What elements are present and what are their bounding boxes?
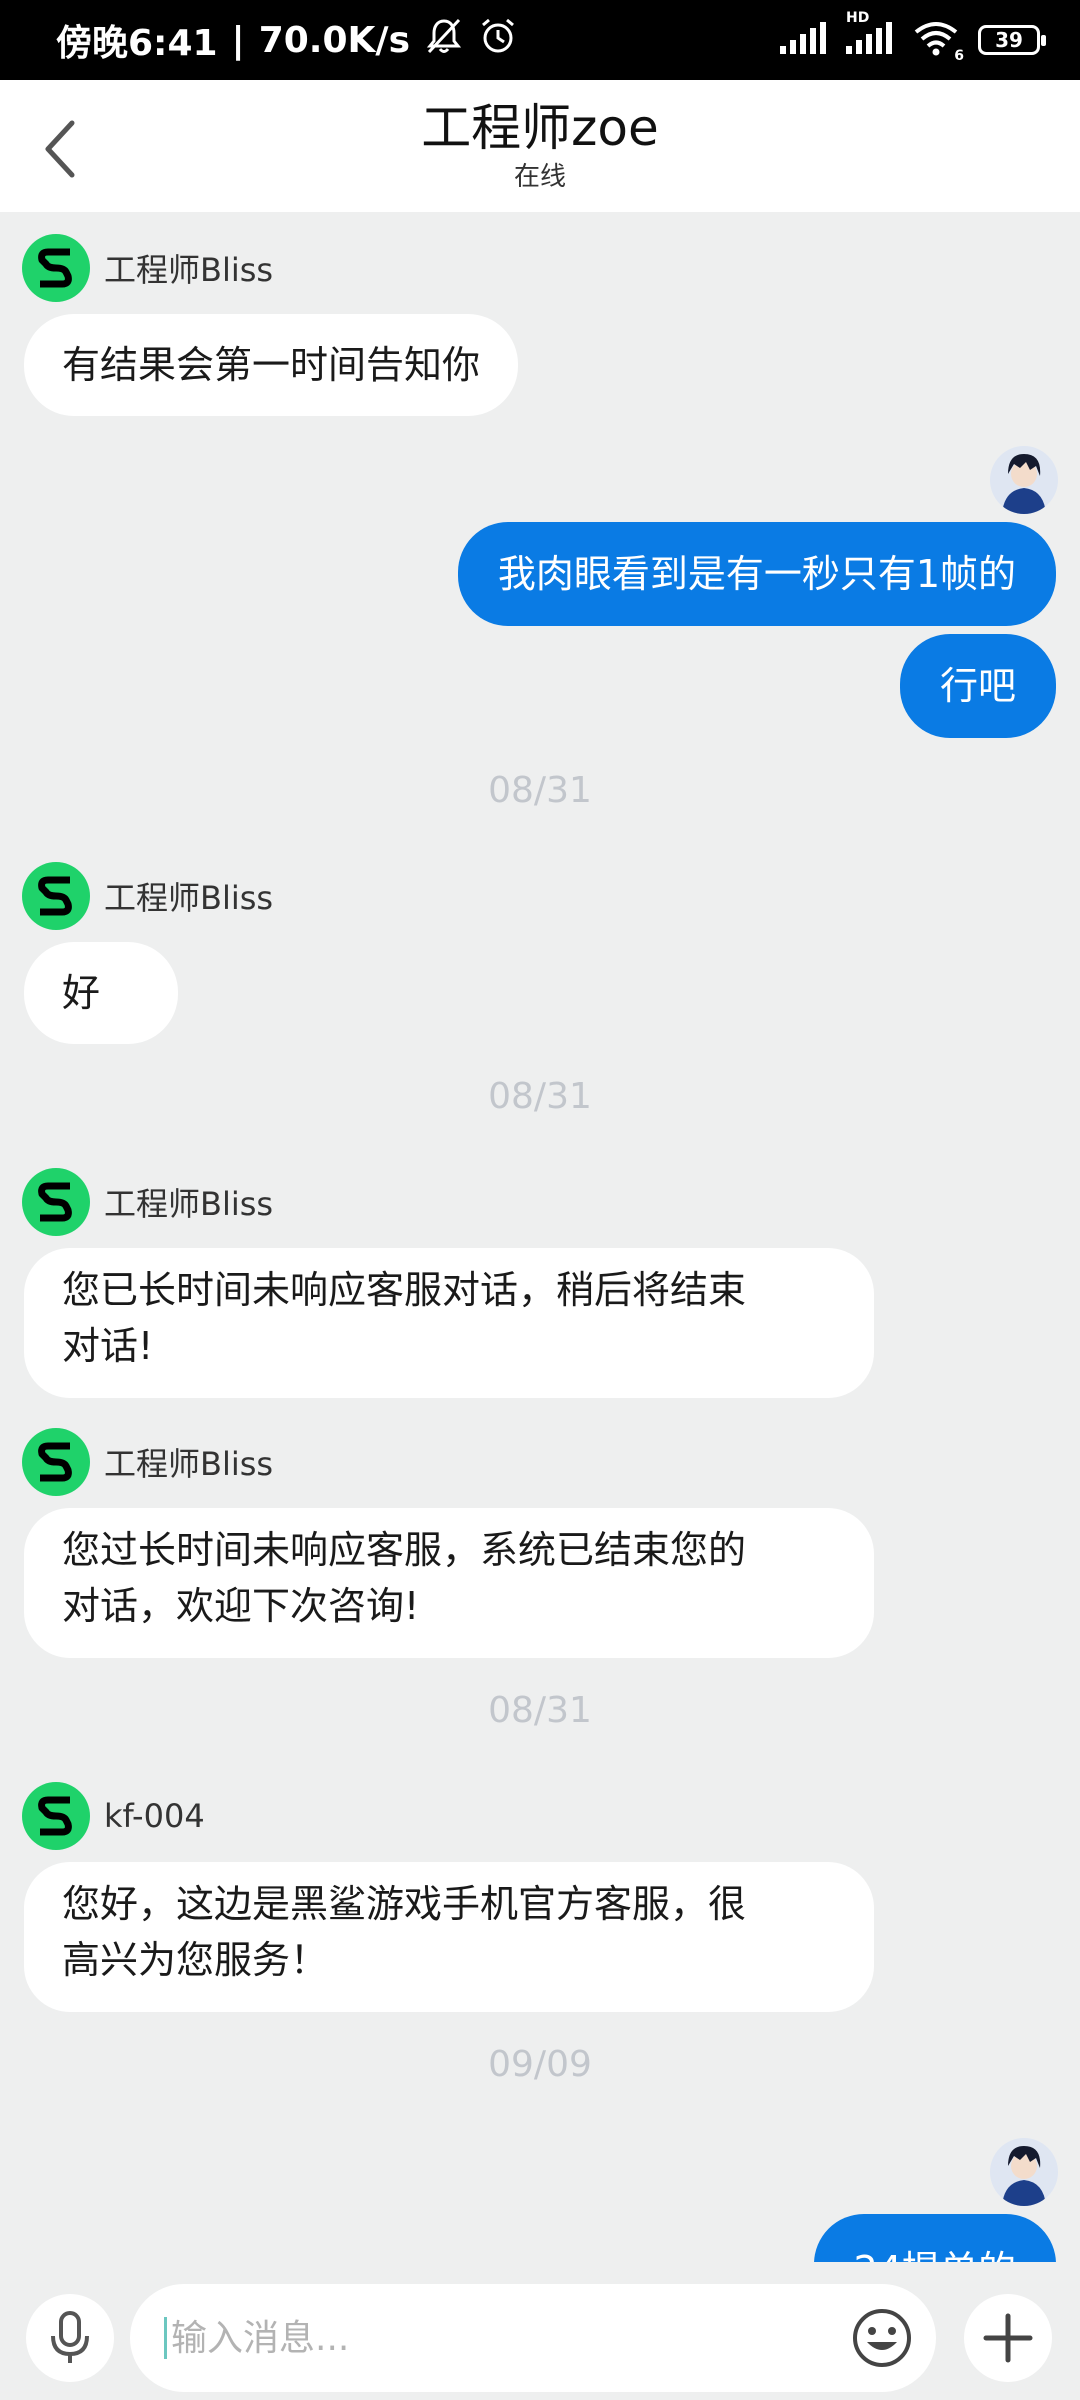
online-status: 在线	[513, 162, 566, 192]
hd-signal-icon: HD	[846, 10, 894, 58]
hd-label: HD	[846, 10, 870, 26]
message-sender: 工程师Bliss	[22, 862, 273, 930]
message-text: 好	[62, 971, 101, 1015]
incoming-message[interactable]: 您好，这边是黑鲨游戏手机官方客服，很 高兴为您服务！	[24, 1862, 874, 2012]
user-avatar-image	[990, 446, 1058, 514]
battery-level: 39	[995, 28, 1023, 52]
message-sender: 工程师Bliss	[22, 234, 273, 302]
user-avatar[interactable]	[990, 2138, 1058, 2206]
message-clip: 24提单的	[0, 2200, 1080, 2262]
smiley-icon	[853, 2309, 911, 2367]
sender-name: kf-004	[104, 1797, 205, 1835]
network-speed: 70.0K/s	[258, 19, 410, 61]
status-separator: |	[231, 19, 245, 61]
chevron-left-icon	[45, 120, 75, 178]
more-button[interactable]	[964, 2294, 1052, 2382]
incoming-message[interactable]: 您过长时间未响应客服，系统已结束您的 对话，欢迎下次咨询!	[24, 1508, 874, 1658]
message-text-line: 对话，欢迎下次咨询!	[62, 1584, 420, 1628]
battery-icon: 39	[978, 25, 1046, 55]
black-shark-logo-icon[interactable]	[22, 1168, 90, 1236]
back-button[interactable]	[30, 114, 90, 184]
input-bar	[0, 2262, 1080, 2400]
text-cursor	[164, 2317, 167, 2359]
plus-icon	[983, 2313, 1033, 2363]
date-separator: 08/31	[488, 1076, 592, 1117]
black-shark-logo-icon[interactable]	[22, 862, 90, 930]
sender-name: 工程师Bliss	[104, 1445, 274, 1483]
message-text: 有结果会第一时间告知你	[62, 343, 481, 387]
sender-name: 工程师Bliss	[104, 251, 274, 289]
message-text: 我肉眼看到是有一秒只有1帧的	[497, 552, 1016, 596]
date-separator: 09/09	[488, 2044, 592, 2085]
status-bar-right: HD 6 39	[780, 10, 1046, 64]
date-separator: 08/31	[488, 1690, 592, 1731]
signal-icon	[780, 22, 828, 58]
user-avatar[interactable]	[990, 446, 1058, 514]
status-bar-left: 傍晚6:41 | 70.0K/s	[56, 14, 518, 66]
black-shark-logo-icon[interactable]	[22, 1782, 90, 1850]
incoming-message[interactable]: 您已长时间未响应客服对话，稍后将结束 对话!	[24, 1248, 874, 1398]
incoming-message[interactable]: 有结果会第一时间告知你	[24, 314, 519, 416]
sender-name: 工程师Bliss	[104, 1185, 274, 1223]
message-text-line: 您已长时间未响应客服对话，稍后将结束	[62, 1268, 747, 1312]
emoji-button[interactable]	[850, 2306, 914, 2370]
black-shark-logo-icon[interactable]	[22, 1428, 90, 1496]
outgoing-message[interactable]: 24提单的	[813, 2214, 1056, 2262]
alarm-icon	[478, 16, 518, 65]
wifi-sub-label: 6	[954, 48, 964, 64]
outgoing-message[interactable]: 行吧	[899, 634, 1056, 738]
sender-name: 工程师Bliss	[104, 879, 274, 917]
message-text-line: 您过长时间未响应客服，系统已结束您的	[62, 1528, 747, 1572]
outgoing-message[interactable]: 我肉眼看到是有一秒只有1帧的	[457, 522, 1056, 626]
user-avatar-image	[990, 2138, 1058, 2206]
message-sender: kf-004	[22, 1782, 205, 1850]
wifi-icon: 6	[912, 20, 964, 64]
status-bar: 傍晚6:41 | 70.0K/s HD 6 39	[0, 0, 1080, 80]
black-shark-logo-icon[interactable]	[22, 234, 90, 302]
message-sender: 工程师Bliss	[22, 1168, 273, 1236]
message-text: 24提单的	[854, 2242, 1016, 2262]
message-text: 行吧	[939, 664, 1016, 708]
message-input[interactable]	[169, 2316, 833, 2360]
chat-header: 工程师zoe 在线	[0, 80, 1080, 212]
microphone-icon	[51, 2311, 89, 2363]
message-text-line: 高兴为您服务！	[62, 1938, 329, 1982]
incoming-message[interactable]: 好	[24, 942, 178, 1044]
date-separator: 08/31	[488, 770, 592, 811]
clock: 傍晚6:41	[56, 23, 218, 64]
voice-button[interactable]	[26, 2294, 114, 2382]
message-sender: 工程师Bliss	[22, 1428, 273, 1496]
message-text-line: 您好，这边是黑鲨游戏手机官方客服，很	[62, 1882, 747, 1926]
chat-title: 工程师zoe	[421, 99, 659, 157]
mute-notifications-icon	[424, 16, 464, 65]
message-text-line: 对话!	[62, 1324, 154, 1368]
message-input-container[interactable]	[130, 2284, 936, 2392]
